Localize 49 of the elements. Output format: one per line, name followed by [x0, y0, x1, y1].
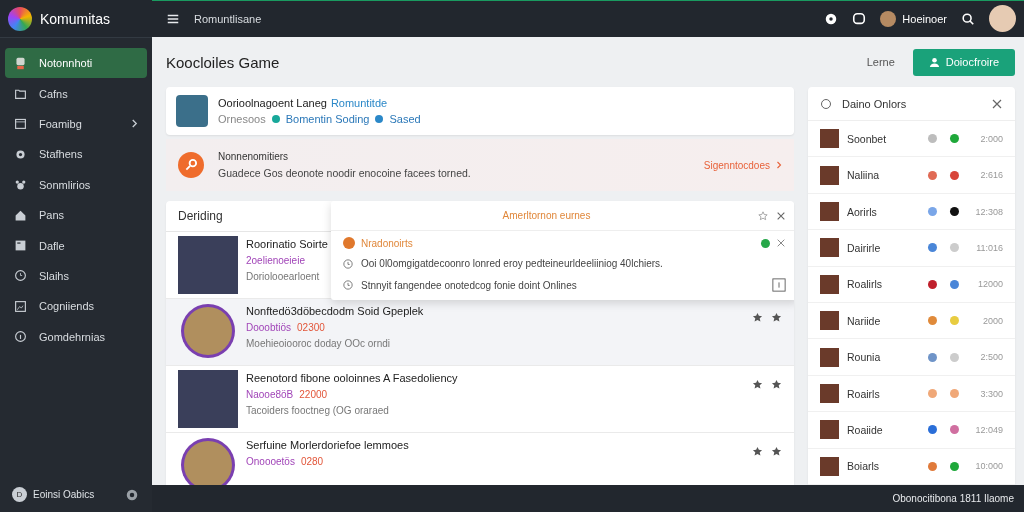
- page-title: Romuntlisane: [194, 12, 262, 25]
- item-title: Roorinatio Soirte: [246, 238, 328, 250]
- user-name: Naliina: [847, 169, 880, 182]
- user-name: Boiarls: [847, 460, 880, 473]
- app-name: Komumitas: [40, 10, 111, 27]
- item-tag: 2oelienoeieie: [246, 255, 305, 266]
- status-text: Ornesoos: [218, 113, 266, 125]
- time-text: 2:000: [979, 133, 1003, 144]
- panel-title: Daino Onlors: [842, 97, 907, 110]
- user-name: Rounia: [847, 351, 881, 364]
- item-tag: Dooobtiös: [246, 322, 292, 333]
- time-text: 11:016: [975, 242, 1003, 253]
- item-subtitle: Tacoiders fooctneg (OG oraraed: [246, 405, 389, 416]
- status-text: Obonocitibona 1811 Ilaome: [892, 493, 1014, 504]
- item-subtitle: Doriolooearloent: [246, 271, 320, 282]
- time-text: 12000: [976, 279, 1003, 290]
- time-text: 10:000: [974, 461, 1003, 472]
- user-name: Roalirls: [847, 278, 882, 291]
- time-text: 2:616: [979, 170, 1003, 181]
- item-title: Reenotord fibone ooloinnes A Fasedoliency: [246, 372, 458, 384]
- user-name: Aorirls: [847, 205, 877, 218]
- item-price: 22000: [299, 389, 328, 400]
- page-heading: Koocloiles Game: [166, 53, 280, 71]
- notice-text: Guadece Gos deonote noodir enocoine facees torned.: [218, 167, 471, 179]
- item-subtitle: Moehieoiooroc doday OOc orndi: [246, 338, 390, 349]
- item-tag: Onoooetös: [246, 456, 295, 467]
- item-title: Nonftedö3döbecdodm Soid Gpeplek: [246, 305, 424, 317]
- user-name: Dairirle: [847, 241, 881, 254]
- notice-title: Nonnenomitiers: [218, 151, 290, 162]
- user-name: Nariide: [847, 314, 881, 327]
- popup-line: Stnnyit fangendee onotedcog fonie doint Onlines: [361, 279, 577, 291]
- user-name: Roairls: [847, 387, 880, 400]
- item-tag: Naooe8öB: [246, 389, 294, 400]
- user-name: Eoinsi Oabics: [33, 489, 96, 500]
- user-name: Soonbet: [847, 132, 887, 145]
- time-text: 3:300: [979, 388, 1003, 399]
- popup-heading: Nradonoirts: [361, 237, 413, 249]
- item-price: 02300: [297, 322, 325, 333]
- popup-line: Ooi 0l0omgigatdecoonro lonred eroy pedteineurldeeliiniog 40lchiers.: [361, 258, 663, 269]
- time-text: 12:049: [974, 424, 1003, 435]
- feed-title: Deriding: [178, 209, 223, 223]
- time-text: 2000: [981, 315, 1003, 326]
- item-price: 0280: [300, 456, 324, 467]
- time-text: 12:308: [974, 206, 1003, 217]
- user-name: Roaiide: [847, 423, 883, 436]
- profile-name: Oorioolnagoent Laneg: [218, 97, 327, 109]
- item-title: Serfuine Morlerdoriefoe lemmoes: [246, 439, 409, 451]
- popup-title: Amerltornon eurnes: [501, 210, 592, 221]
- time-text: 2:500: [979, 352, 1003, 363]
